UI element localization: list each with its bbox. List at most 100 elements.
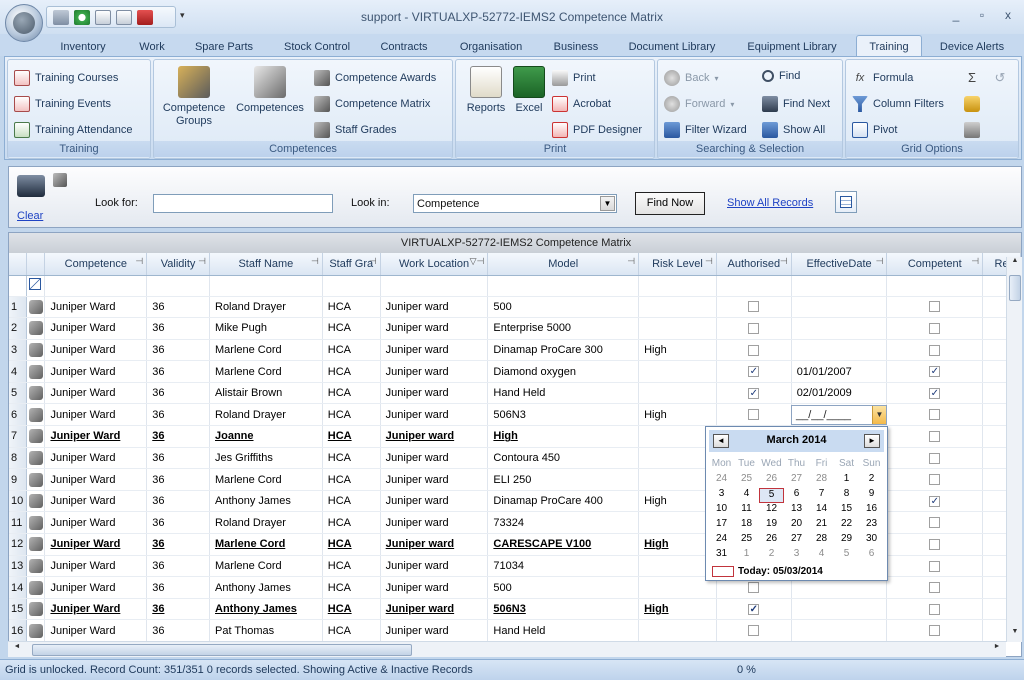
model-cell[interactable]: High <box>487 425 640 448</box>
calendar-day[interactable]: 9 <box>859 488 884 503</box>
row-icon-cell[interactable] <box>26 511 46 535</box>
row-icon-cell[interactable] <box>26 576 46 599</box>
look-for-input[interactable] <box>153 194 333 213</box>
risk-level-cell[interactable] <box>638 382 717 405</box>
pin-icon[interactable]: ⊣ <box>627 256 635 267</box>
competent-checkbox[interactable]: ✓ <box>929 366 941 378</box>
calendar-day[interactable]: 15 <box>834 503 859 518</box>
authorised-cell[interactable] <box>716 296 792 319</box>
model-cell[interactable]: Contoura 450 <box>487 447 640 470</box>
horizontal-scrollbar[interactable]: ◄ ► <box>8 641 1006 657</box>
model-cell[interactable]: 500 <box>487 296 640 319</box>
competent-checkbox[interactable] <box>929 538 941 550</box>
undo-icon[interactable]: ↺ <box>992 70 1008 86</box>
competence-cell[interactable]: Juniper Ward <box>44 425 148 448</box>
competence-awards-button[interactable]: Competence Awards <box>314 70 436 86</box>
column-header-staff-grade[interactable]: Staff Gra ⊣ <box>322 253 381 276</box>
competent-cell[interactable] <box>886 296 984 319</box>
staff-grade-cell[interactable]: HCA <box>322 296 381 319</box>
staff-grade-cell[interactable]: HCA <box>322 533 381 556</box>
competence-cell[interactable]: Juniper Ward <box>44 339 148 362</box>
effective-date-cell[interactable]: 01/01/2007 <box>791 360 888 383</box>
today-button[interactable]: Today: 05/03/2014 <box>712 566 823 577</box>
row-icon-cell[interactable] <box>26 403 46 427</box>
horizontal-scroll-thumb[interactable] <box>32 644 412 656</box>
calendar-day[interactable]: 29 <box>834 533 859 548</box>
competent-checkbox[interactable] <box>929 452 941 464</box>
authorised-checkbox[interactable] <box>748 582 760 594</box>
risk-level-cell[interactable] <box>638 619 717 642</box>
authorised-checkbox[interactable]: ✓ <box>748 366 760 378</box>
work-location-cell[interactable]: Juniper ward <box>380 576 489 599</box>
risk-level-cell[interactable]: High <box>638 403 717 427</box>
calendar-day[interactable]: 19 <box>759 518 784 533</box>
calendar-day[interactable]: 6 <box>859 548 884 563</box>
competent-cell[interactable] <box>886 619 984 642</box>
competent-cell[interactable] <box>886 511 984 535</box>
close-button[interactable]: x <box>1002 8 1014 22</box>
staff-name-cell[interactable]: Anthony James <box>209 598 323 621</box>
staff-name-cell[interactable]: Mike Pugh <box>209 317 323 340</box>
effective-date-cell[interactable]: 02/01/2009 <box>791 382 888 405</box>
model-cell[interactable]: Enterprise 5000 <box>487 317 640 340</box>
validity-cell[interactable]: 36 <box>146 576 210 599</box>
competent-cell[interactable] <box>886 555 984 578</box>
scroll-left-icon[interactable]: ◄ <box>10 643 24 657</box>
staff-grade-cell[interactable]: HCA <box>322 360 381 383</box>
staff-name-cell[interactable]: Alistair Brown <box>209 382 323 405</box>
authorised-checkbox[interactable] <box>748 322 760 334</box>
row-icon-cell[interactable] <box>26 296 46 319</box>
validity-cell[interactable]: 36 <box>146 296 210 319</box>
model-cell[interactable]: 73324 <box>487 511 640 535</box>
work-location-cell[interactable]: Juniper ward <box>380 382 489 405</box>
calendar-day[interactable]: 31 <box>709 548 734 563</box>
tab-document-library[interactable]: Document Library <box>618 37 726 56</box>
vertical-scroll-thumb[interactable] <box>1009 275 1021 301</box>
table-row[interactable]: 4 Juniper Ward 36 Marlene Cord HCA Juniper wa… <box>9 360 1021 383</box>
pin-icon[interactable]: ⊣ <box>705 256 713 267</box>
pivot-button[interactable]: Pivot <box>852 122 897 138</box>
calendar-day[interactable]: 24 <box>709 473 734 488</box>
effective-date-editor[interactable]: __/__/____ ▼ <box>791 405 887 425</box>
column-filters-button[interactable]: Column Filters <box>852 96 944 112</box>
filter-row-icon[interactable] <box>29 278 42 290</box>
work-location-cell[interactable]: Juniper ward <box>380 296 489 319</box>
validity-cell[interactable]: 36 <box>146 511 210 535</box>
competent-cell[interactable] <box>886 425 984 448</box>
table-row[interactable]: 3 Juniper Ward 36 Marlene Cord HCA Juniper wa… <box>9 339 1021 362</box>
staff-grade-cell[interactable]: HCA <box>322 339 381 362</box>
staff-grade-cell[interactable]: HCA <box>322 317 381 340</box>
calendar-day[interactable]: 16 <box>859 503 884 518</box>
calendar-day[interactable]: 6 <box>784 488 809 503</box>
validity-cell[interactable]: 36 <box>146 317 210 340</box>
authorised-cell[interactable]: ✓ <box>716 382 792 405</box>
competence-cell[interactable]: Juniper Ward <box>44 382 148 405</box>
competence-cell[interactable]: Juniper Ward <box>44 598 148 621</box>
show-all-button[interactable]: Show All <box>762 122 825 138</box>
calendar-day[interactable]: 1 <box>834 473 859 488</box>
row-icon-cell[interactable] <box>26 447 46 470</box>
authorised-checkbox[interactable]: ✓ <box>748 603 760 615</box>
row-icon-cell[interactable] <box>26 533 46 556</box>
competent-cell[interactable] <box>886 339 984 362</box>
filter-cell[interactable] <box>26 275 46 297</box>
pdf-designer-button[interactable]: PDF Designer <box>552 122 642 138</box>
competence-cell[interactable]: Juniper Ward <box>44 533 148 556</box>
calendar-day[interactable]: 23 <box>859 518 884 533</box>
staff-name-cell[interactable]: Joanne <box>209 425 323 448</box>
work-location-cell[interactable]: Juniper ward <box>380 447 489 470</box>
work-location-cell[interactable]: Juniper ward <box>380 490 489 513</box>
authorised-cell[interactable] <box>716 619 792 642</box>
filter-cell[interactable] <box>322 275 381 297</box>
row-icon-cell[interactable] <box>26 555 46 578</box>
show-all-records-link[interactable]: Show All Records <box>727 197 813 209</box>
calendar-day[interactable]: 5 <box>834 548 859 563</box>
calendar-day[interactable]: 10 <box>709 503 734 518</box>
tab-training[interactable]: Training <box>856 35 922 57</box>
authorised-cell[interactable] <box>716 403 792 427</box>
chevron-down-icon[interactable]: ▼ <box>600 196 615 211</box>
competent-checkbox[interactable] <box>929 517 941 529</box>
competent-checkbox[interactable] <box>929 344 941 356</box>
competence-cell[interactable]: Juniper Ward <box>44 619 148 642</box>
staff-grade-cell[interactable]: HCA <box>322 490 381 513</box>
